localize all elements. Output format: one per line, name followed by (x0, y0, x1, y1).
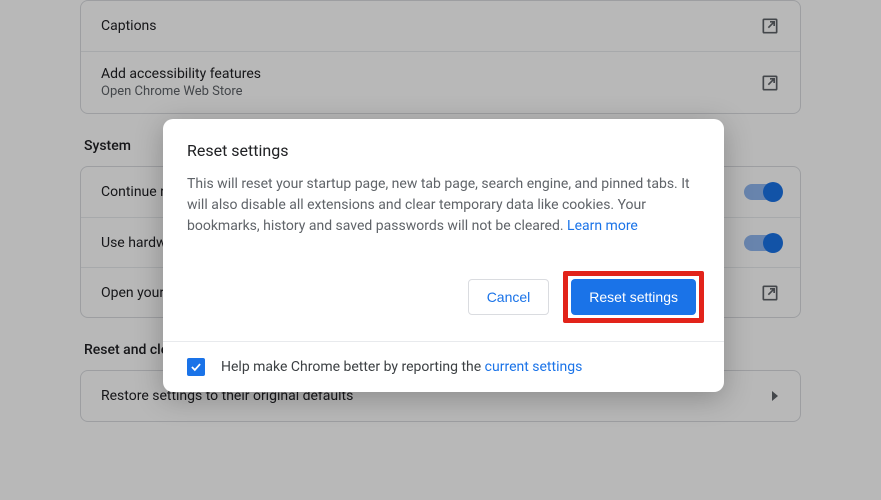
reset-settings-button[interactable]: Reset settings (571, 279, 696, 315)
reset-settings-dialog: Reset settings This will reset your star… (163, 119, 724, 392)
cancel-button[interactable]: Cancel (468, 279, 550, 315)
dialog-title: Reset settings (187, 141, 700, 160)
dialog-body-text: This will reset your startup page, new t… (187, 174, 700, 237)
dialog-footer-text: Help make Chrome better by reporting the… (221, 359, 582, 375)
current-settings-link[interactable]: current settings (485, 359, 583, 375)
report-checkbox[interactable] (187, 358, 205, 376)
highlight-box: Reset settings (563, 271, 704, 323)
learn-more-link[interactable]: Learn more (567, 218, 638, 234)
